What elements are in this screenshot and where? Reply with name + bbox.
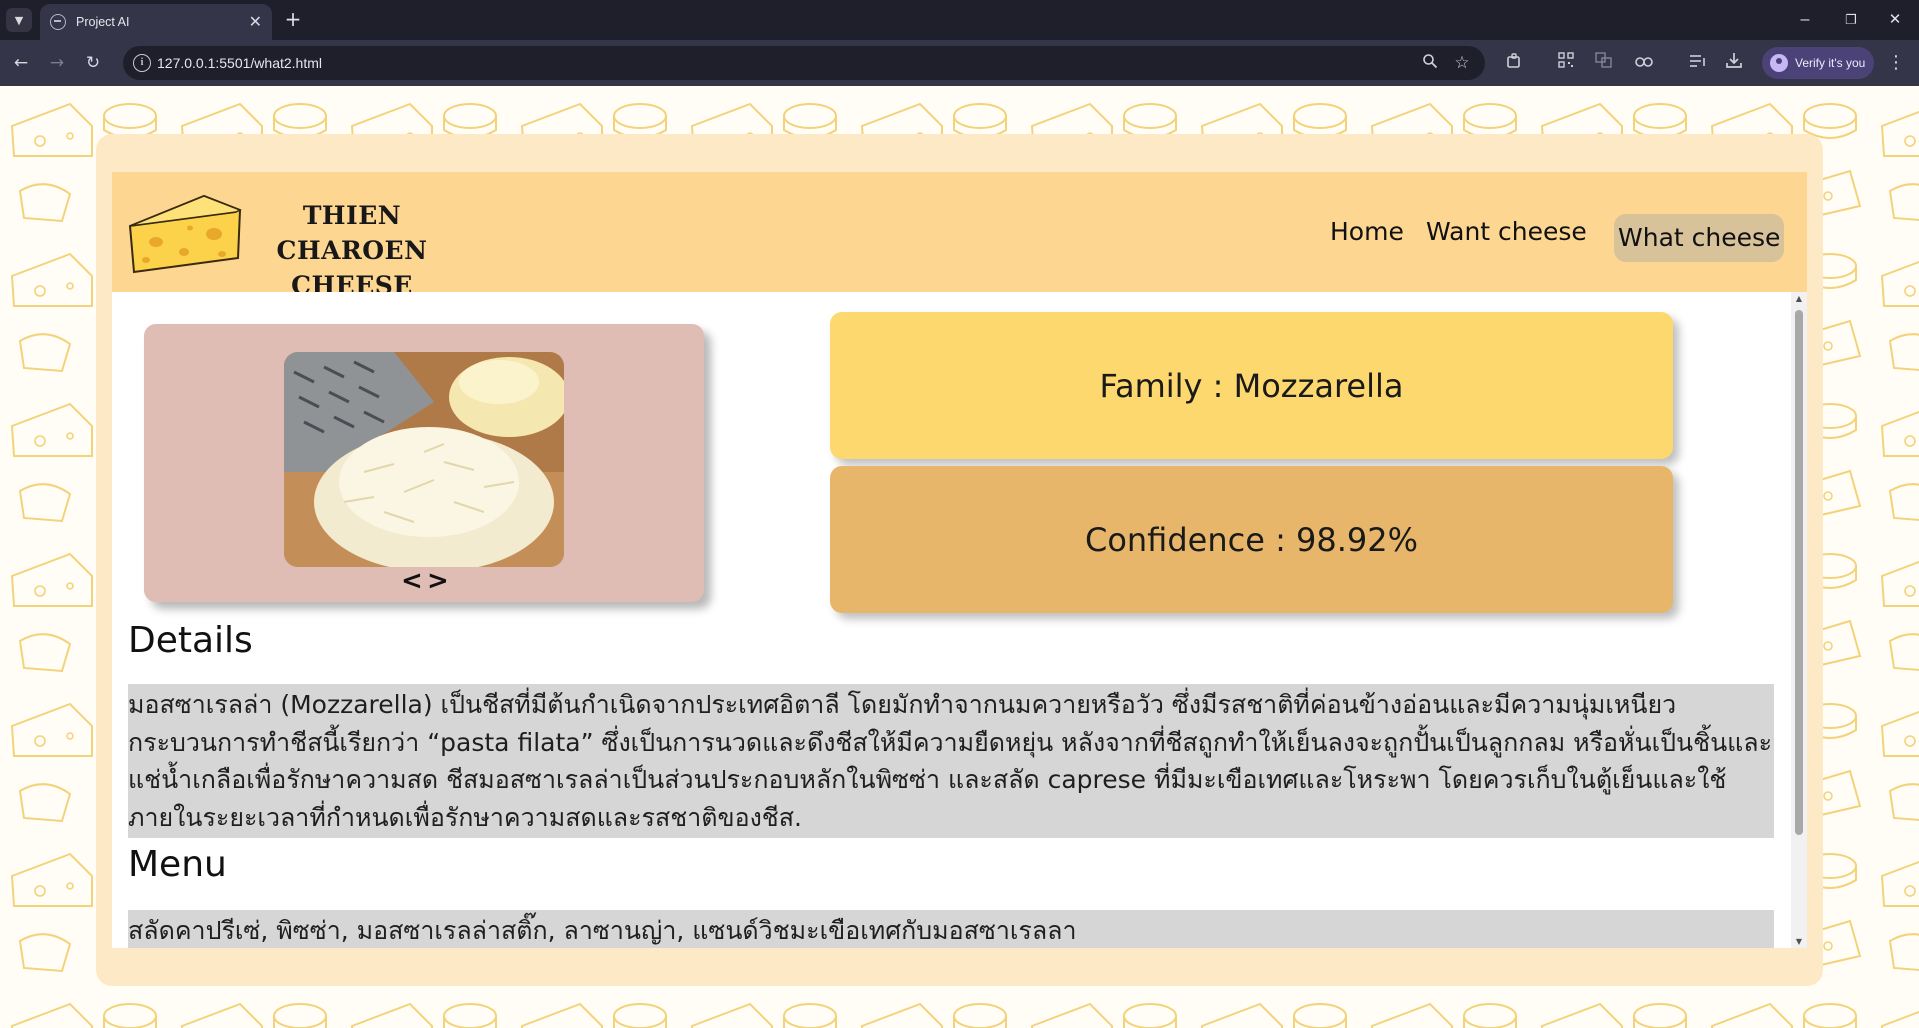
page-viewport: THIEN CHAROEN CHEESE Home Want cheese Wh… — [0, 86, 1919, 1028]
restore-button[interactable]: ❐ — [1836, 8, 1866, 32]
details-heading: Details — [128, 620, 253, 661]
content-scrollbar[interactable]: ▲ ▼ — [1791, 292, 1807, 948]
tab-title: Project AI — [76, 15, 130, 29]
tab-search-icon[interactable]: ▼ — [6, 8, 32, 32]
qr-code-icon[interactable] — [1554, 52, 1578, 74]
globe-icon — [50, 14, 66, 30]
profile-avatar-icon — [1770, 54, 1788, 72]
content-panel: < > Family : Mozzarella Confidence : 98.… — [112, 292, 1807, 948]
site-frame: THIEN CHAROEN CHEESE Home Want cheese Wh… — [96, 134, 1823, 986]
bookmark-star-icon[interactable]: ☆ — [1451, 53, 1473, 73]
nav-want-cheese[interactable]: Want cheese — [1422, 212, 1591, 252]
tab-close-button[interactable]: ✕ — [249, 14, 262, 30]
menu-kebab-icon[interactable]: ⋮ — [1886, 52, 1906, 74]
browser-tab[interactable]: Project AI ✕ — [40, 4, 272, 40]
browser-tab-bar: ▼ Project AI ✕ + – ❐ ✕ — [0, 0, 1919, 40]
scroll-up-icon[interactable]: ▲ — [1794, 294, 1804, 303]
logo-line-1: THIEN CHAROEN — [276, 201, 428, 265]
logo-text[interactable]: THIEN CHAROEN CHEESE — [242, 198, 462, 303]
nav-what-cheese[interactable]: What cheese — [1614, 214, 1785, 262]
menu-heading: Menu — [128, 844, 227, 885]
confidence-result-card: Confidence : 98.92% — [830, 466, 1673, 613]
reading-list-icon[interactable] — [1686, 52, 1710, 74]
cheese-logo-icon — [128, 194, 242, 274]
site-info-icon[interactable]: i — [133, 54, 151, 72]
scroll-down-icon[interactable]: ▼ — [1794, 937, 1804, 946]
prev-image-button[interactable]: < — [401, 566, 423, 596]
translate-icon[interactable] — [1592, 52, 1616, 74]
address-bar[interactable]: i 127.0.0.1:5501/what2.html ☆ — [123, 46, 1485, 80]
site-header: THIEN CHAROEN CHEESE Home Want cheese Wh… — [112, 172, 1807, 300]
minimize-button[interactable]: – — [1790, 8, 1820, 32]
download-icon[interactable] — [1722, 52, 1746, 74]
next-image-button[interactable]: > — [427, 566, 449, 596]
reload-icon[interactable]: ↻ — [80, 50, 106, 76]
back-arrow-icon[interactable]: ← — [8, 50, 34, 76]
zoom-icon[interactable] — [1419, 53, 1441, 73]
mozzarella-photo — [284, 352, 564, 567]
extensions-icon[interactable] — [1502, 52, 1526, 74]
link-icon[interactable] — [1632, 52, 1656, 74]
nav-home[interactable]: Home — [1326, 212, 1408, 252]
verify-profile-button[interactable]: Verify it's you — [1762, 47, 1874, 79]
menu-text: สลัดคาปรีเซ่, พิซซ่า, มอสซาเรลล่าสติ๊ก, … — [128, 910, 1774, 948]
family-result-card: Family : Mozzarella — [830, 312, 1673, 459]
details-text: มอสซาเรลล่า (Mozzarella) เป็นชีสที่มีต้น… — [128, 684, 1774, 838]
browser-toolbar: ← → ↻ i 127.0.0.1:5501/what2.html ☆ Veri… — [0, 40, 1919, 86]
verify-label: Verify it's you — [1795, 56, 1866, 70]
new-tab-button[interactable]: + — [281, 8, 305, 32]
image-card: < > — [144, 324, 704, 602]
forward-arrow-icon[interactable]: → — [44, 50, 70, 76]
window-close-button[interactable]: ✕ — [1880, 8, 1910, 32]
scroll-thumb[interactable] — [1795, 310, 1803, 835]
url-text[interactable]: 127.0.0.1:5501/what2.html — [157, 55, 322, 71]
